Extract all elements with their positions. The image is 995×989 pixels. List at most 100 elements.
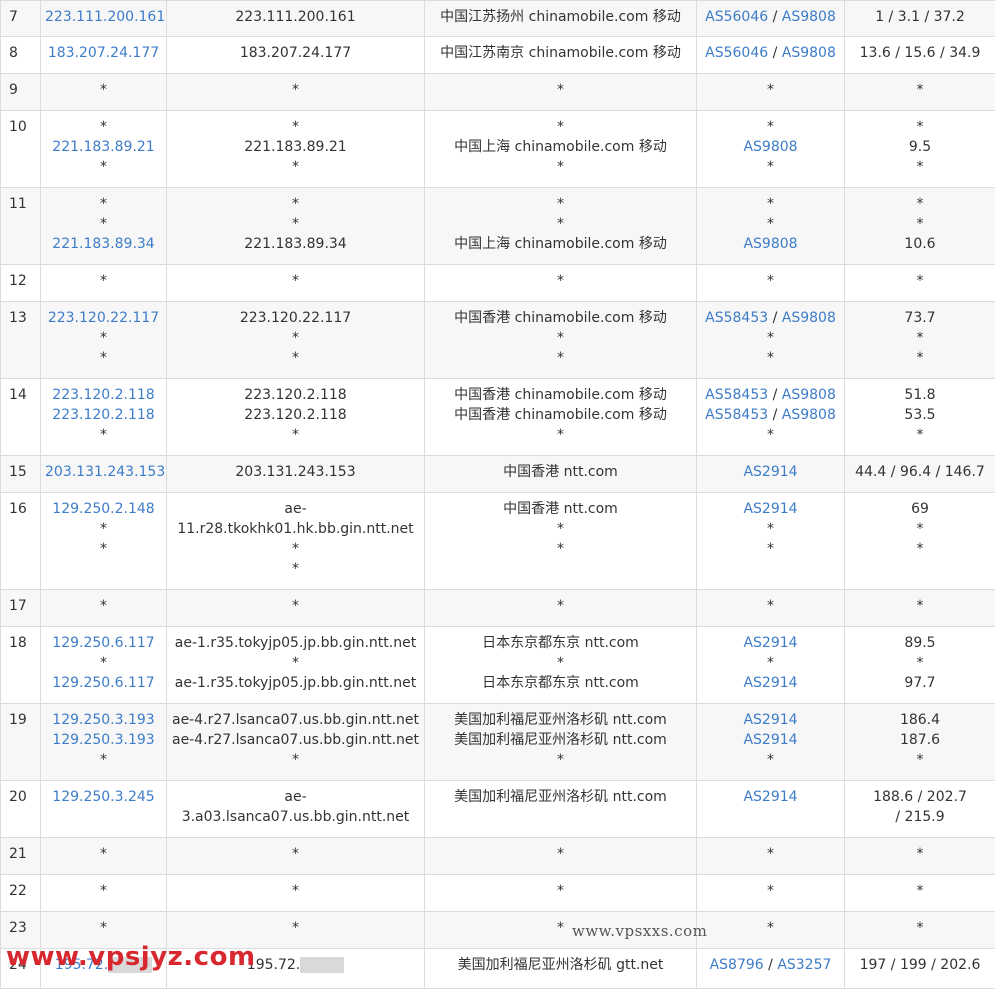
asn-link[interactable]: AS3257: [777, 957, 831, 973]
hostname-cell: 223.120.22.117**: [167, 302, 425, 379]
location-cell: 中国香港 ntt.com**: [425, 493, 697, 590]
hostname-cell: ae-11.r28.tkokhk01.hk.bb.gin.ntt.net**: [167, 493, 425, 590]
asn-cell: AS58453 / AS9808AS58453 / AS9808*: [697, 379, 845, 456]
ip-link[interactable]: 223.120.2.118: [45, 405, 162, 425]
asn-link[interactable]: AS9808: [743, 236, 797, 252]
asn-line: AS2914: [701, 730, 840, 750]
hop-number: 22: [1, 875, 41, 912]
hostname: 223.120.22.117: [171, 308, 420, 328]
asn-line: AS2914: [701, 673, 840, 693]
latency-cell: *: [845, 590, 995, 627]
latency-cell: 188.6 / 202.7 / 215.9: [845, 781, 995, 838]
asn-link[interactable]: AS58453: [705, 407, 768, 423]
asn-link[interactable]: AS2914: [743, 464, 797, 480]
hop-number: 18: [1, 627, 41, 704]
ip-link: *: [45, 596, 162, 616]
asn-link[interactable]: AS58453: [705, 387, 768, 403]
ip-link[interactable]: 203.131.243.153: [45, 462, 162, 482]
latency-cell: *: [845, 265, 995, 302]
asn-link[interactable]: AS9808: [782, 407, 836, 423]
asn-link[interactable]: AS56046: [705, 45, 768, 61]
asn-separator: /: [764, 957, 778, 973]
ip-link[interactable]: 129.250.3.245: [45, 787, 162, 807]
hostname: *: [171, 328, 420, 348]
hostname-cell: ae-1.r35.tokyjp05.jp.bb.gin.ntt.net*ae-1…: [167, 627, 425, 704]
traceroute-table: 7223.111.200.161223.111.200.161中国江苏扬州 ch…: [0, 0, 995, 989]
location: *: [429, 653, 692, 673]
asn-link[interactable]: AS9808: [782, 387, 836, 403]
latency: *: [849, 271, 991, 291]
ip-link[interactable]: 221.183.89.21: [45, 137, 162, 157]
location-cell: *: [425, 875, 697, 912]
latency-cell: 1 / 3.1 / 37.2: [845, 1, 995, 37]
location: *: [429, 194, 692, 214]
latency: *: [849, 918, 991, 938]
asn-link[interactable]: AS58453: [705, 310, 768, 326]
location: *: [429, 844, 692, 864]
location-cell: 中国香港 ntt.com: [425, 456, 697, 493]
latency-cell: 51.853.5*: [845, 379, 995, 456]
asn-link[interactable]: AS8796: [710, 957, 764, 973]
asn-line: *: [701, 117, 840, 137]
watermark-center: www.vpsxxs.com: [572, 922, 707, 940]
asn-link[interactable]: AS2914: [743, 712, 797, 728]
ip-link-cell: 203.131.243.153: [41, 456, 167, 493]
table-row: 13223.120.22.117**223.120.22.117**中国香港 c…: [1, 302, 995, 379]
hostname: *: [171, 559, 420, 579]
latency: 44.4 / 96.4 / 146.7: [849, 462, 991, 482]
latency-cell: 13.6 / 15.6 / 34.9: [845, 37, 995, 74]
ip-link[interactable]: 223.120.2.118: [45, 385, 162, 405]
hostname: *: [171, 881, 420, 901]
latency: 188.6 / 202.7 / 215.9: [869, 787, 971, 827]
asn-line: *: [701, 328, 840, 348]
location: 中国上海 chinamobile.com 移动: [429, 137, 692, 157]
hop-number: 11: [1, 188, 41, 265]
asn-link[interactable]: AS2914: [743, 635, 797, 651]
hostname: ae-1.r35.tokyjp05.jp.bb.gin.ntt.net: [171, 633, 420, 653]
latency-cell: **10.6: [845, 188, 995, 265]
hostname: ae-4.r27.lsanca07.us.bb.gin.ntt.net: [171, 730, 420, 750]
asn-line: *: [701, 539, 840, 559]
asn-link[interactable]: AS9808: [782, 9, 836, 25]
location: *: [429, 596, 692, 616]
asn-link[interactable]: AS9808: [743, 139, 797, 155]
ip-link-cell: 183.207.24.177: [41, 37, 167, 74]
ip-link[interactable]: 129.250.6.117: [45, 633, 162, 653]
ip-link[interactable]: 221.183.89.34: [45, 234, 162, 254]
ip-link[interactable]: 129.250.6.117: [45, 673, 162, 693]
hop-number: 16: [1, 493, 41, 590]
hostname: 223.111.200.161: [171, 7, 420, 27]
hostname: ae-1.r35.tokyjp05.jp.bb.gin.ntt.net: [171, 673, 420, 693]
asn-line: *: [701, 918, 840, 938]
ip-link[interactable]: 183.207.24.177: [45, 43, 162, 63]
ip-link[interactable]: 129.250.3.193: [45, 710, 162, 730]
hostname-cell: ae-4.r27.lsanca07.us.bb.gin.ntt.netae-4.…: [167, 704, 425, 781]
table-row: 9*****: [1, 74, 995, 111]
hostname-cell: 203.131.243.153: [167, 456, 425, 493]
asn-link[interactable]: AS9808: [782, 310, 836, 326]
asn-link[interactable]: AS56046: [705, 9, 768, 25]
asn-cell: AS58453 / AS9808**: [697, 302, 845, 379]
ip-link[interactable]: 223.111.200.161: [45, 7, 162, 27]
ip-link[interactable]: 223.120.22.117: [45, 308, 162, 328]
asn-link[interactable]: AS2914: [743, 501, 797, 517]
location: 中国香港 chinamobile.com 移动: [429, 405, 692, 425]
hostname: 223.120.2.118: [171, 405, 420, 425]
asn-link[interactable]: AS2914: [743, 732, 797, 748]
asn-cell: *: [697, 590, 845, 627]
asn-separator: /: [768, 407, 782, 423]
asn-link[interactable]: AS9808: [782, 45, 836, 61]
asn-link[interactable]: AS2914: [743, 789, 797, 805]
ip-link[interactable]: 129.250.3.193: [45, 730, 162, 750]
location: 日本东京都东京 ntt.com: [429, 633, 692, 653]
hop-number: 7: [1, 1, 41, 37]
latency-cell: *9.5*: [845, 111, 995, 188]
location: 美国加利福尼亚州洛杉矶 ntt.com: [429, 710, 692, 730]
ip-link[interactable]: 129.250.2.148: [45, 499, 162, 519]
hostname: 221.183.89.21: [171, 137, 420, 157]
hostname-cell: *: [167, 265, 425, 302]
location: 中国香港 chinamobile.com 移动: [429, 385, 692, 405]
asn-link[interactable]: AS2914: [743, 675, 797, 691]
hop-number: 15: [1, 456, 41, 493]
ip-link: *: [45, 881, 162, 901]
